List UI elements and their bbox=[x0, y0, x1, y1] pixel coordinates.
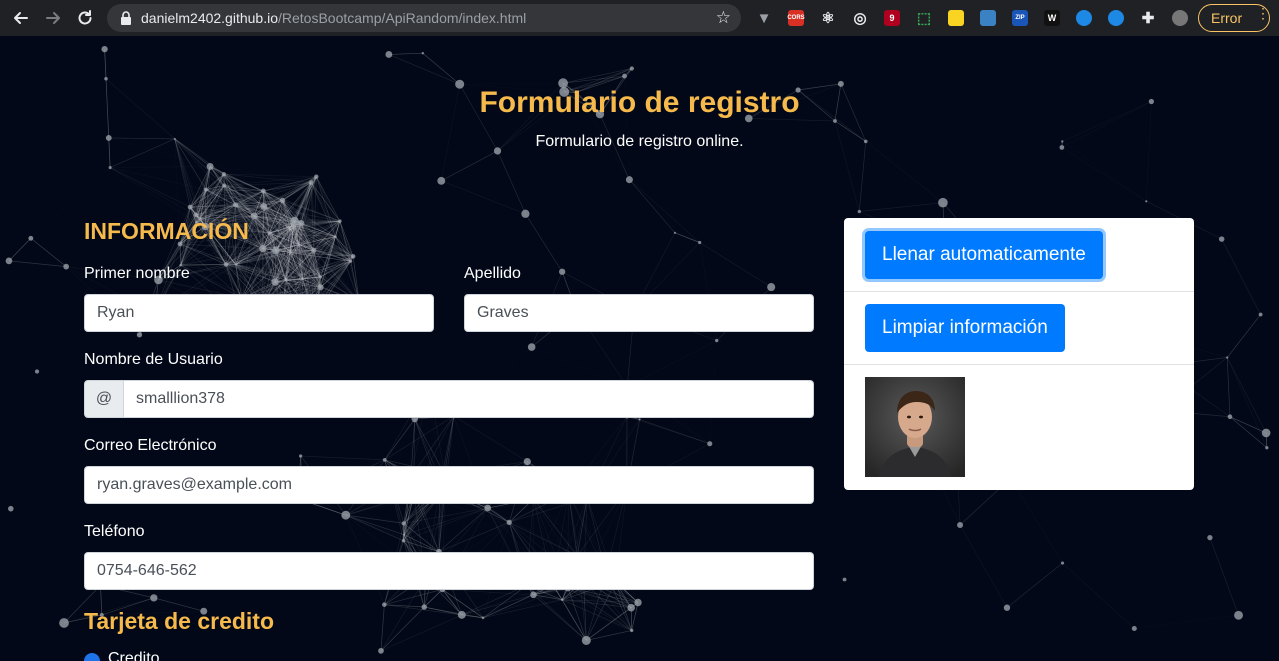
username-input[interactable]: smalllion378 bbox=[124, 380, 814, 418]
lock-icon bbox=[119, 11, 133, 25]
screen-capture-icon[interactable]: ⬚ bbox=[912, 6, 936, 30]
clear-button[interactable]: Limpiar información bbox=[865, 304, 1065, 352]
autofill-button[interactable]: Llenar automaticamente bbox=[865, 231, 1103, 279]
username-prefix: @ bbox=[84, 380, 124, 418]
back-button[interactable] bbox=[6, 3, 36, 33]
page-title: Formulario de registro bbox=[479, 86, 800, 119]
profile-error-button[interactable]: Error ⋮ bbox=[1198, 4, 1270, 32]
info-section-title: INFORMACIÓN bbox=[84, 218, 249, 244]
profile-avatar-icon[interactable] bbox=[1172, 10, 1188, 26]
reload-icon bbox=[78, 10, 92, 25]
page: Formulario de registro Formulario de reg… bbox=[0, 36, 1279, 661]
actions-card: Llenar automaticamente Limpiar informaci… bbox=[844, 218, 1194, 490]
url-text: danielm2402.github.io/RetosBootcamp/ApiR… bbox=[141, 10, 526, 26]
error-label: Error bbox=[1211, 10, 1243, 26]
first-name-input[interactable]: Ryan bbox=[84, 294, 434, 332]
extensions-bar: ▼ CORS ⚛ ◎ 9 ⬚ ZIP W ✚ bbox=[752, 6, 1200, 30]
link-icon[interactable] bbox=[1108, 10, 1124, 26]
email-label: Correo Electrónico bbox=[84, 437, 217, 454]
credit-card-section-title: Tarjeta de credito bbox=[84, 608, 275, 634]
arrow-right-icon bbox=[46, 12, 60, 24]
target-icon[interactable]: ◎ bbox=[848, 6, 872, 30]
first-name-label: Primer nombre bbox=[84, 265, 190, 282]
address-bar[interactable]: danielm2402.github.io/RetosBootcamp/ApiR… bbox=[107, 4, 741, 32]
zip-icon[interactable]: ZIP bbox=[1012, 10, 1028, 26]
phone-input[interactable]: 0754-646-562 bbox=[84, 552, 814, 590]
arrow-left-icon bbox=[14, 12, 28, 24]
react-icon[interactable]: ⚛ bbox=[816, 6, 840, 30]
reload-button[interactable] bbox=[70, 3, 100, 33]
forward-button[interactable] bbox=[38, 3, 68, 33]
url-path: /RetosBootcamp/ApiRandom/index.html bbox=[278, 10, 527, 26]
page-subtitle: Formulario de registro online. bbox=[535, 133, 744, 150]
phone-label: Teléfono bbox=[84, 523, 145, 540]
card-divider bbox=[844, 364, 1194, 365]
w-icon[interactable]: W bbox=[1044, 10, 1060, 26]
credit-radio-label: Credito bbox=[108, 650, 160, 661]
square-icon[interactable] bbox=[980, 10, 996, 26]
kebab-menu-icon[interactable]: ⋮ bbox=[1256, 6, 1270, 20]
ublock-icon[interactable]: 9 bbox=[884, 10, 900, 26]
bookmark-star-icon[interactable]: ☆ bbox=[716, 9, 731, 27]
username-label: Nombre de Usuario bbox=[84, 351, 223, 368]
browser-toolbar: danielm2402.github.io/RetosBootcamp/ApiR… bbox=[0, 0, 1279, 36]
last-name-input[interactable]: Graves bbox=[464, 294, 814, 332]
vuetify-icon[interactable]: ▼ bbox=[752, 6, 776, 30]
card-divider bbox=[844, 291, 1194, 292]
cors-icon[interactable]: CORS bbox=[787, 10, 805, 26]
user-photo bbox=[865, 377, 965, 477]
email-input[interactable]: ryan.graves@example.com bbox=[84, 466, 814, 504]
url-host: danielm2402.github.io bbox=[141, 10, 278, 26]
last-name-label: Apellido bbox=[464, 265, 521, 282]
wave-icon[interactable] bbox=[1076, 10, 1092, 26]
ghost-icon[interactable] bbox=[948, 10, 964, 26]
username-input-group: @ smalllion378 bbox=[84, 380, 814, 418]
puzzle-icon[interactable]: ✚ bbox=[1136, 6, 1160, 30]
